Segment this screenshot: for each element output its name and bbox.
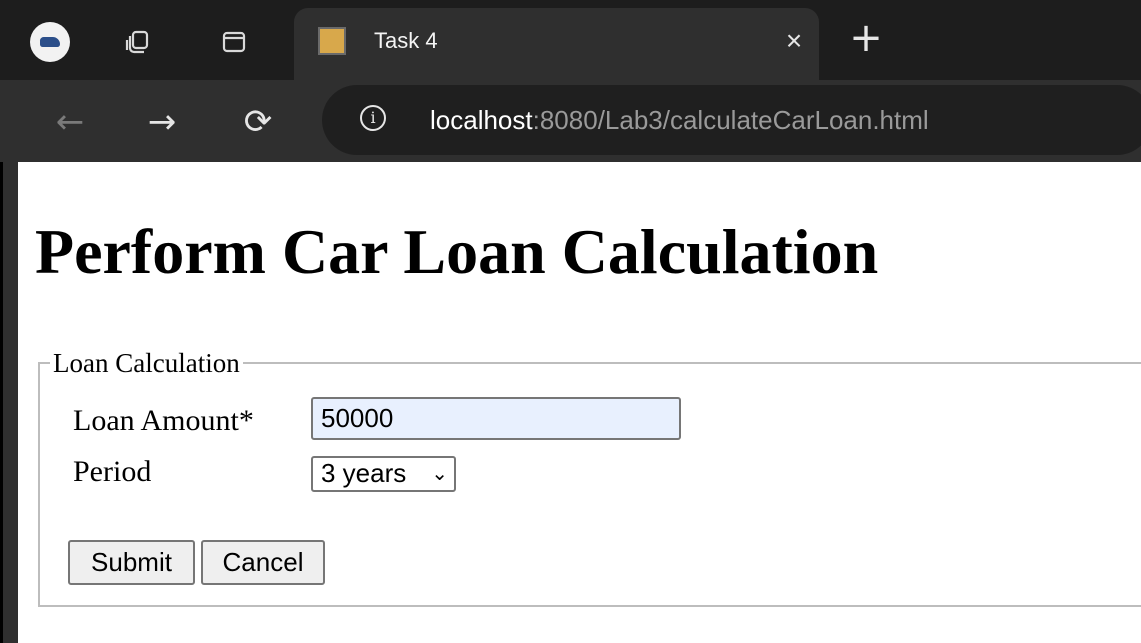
profile-image-icon bbox=[40, 37, 60, 47]
chevron-down-icon: ⌄ bbox=[431, 461, 448, 485]
address-bar[interactable]: i localhost:8080/Lab3/calculateCarLoan.h… bbox=[322, 85, 1141, 155]
tomcat-favicon-icon bbox=[318, 27, 346, 55]
reload-icon[interactable]: ⟳ bbox=[238, 102, 278, 142]
workspaces-icon[interactable] bbox=[122, 26, 154, 58]
url-host: localhost bbox=[430, 105, 533, 135]
url-path: :8080/Lab3/calculateCarLoan.html bbox=[532, 105, 929, 135]
loan-amount-label: Loan Amount* bbox=[73, 404, 254, 437]
tab-strip: Task 4 × + bbox=[0, 0, 1141, 80]
browser-window: Task 4 × + ← → ⟳ i localhost:8080/Lab3/c… bbox=[0, 0, 1141, 643]
period-select[interactable]: 3 years ⌄ bbox=[311, 456, 456, 492]
profile-avatar[interactable] bbox=[30, 22, 70, 62]
loan-amount-input[interactable]: 50000 bbox=[311, 397, 681, 440]
period-selected-value: 3 years bbox=[321, 458, 407, 488]
back-arrow-icon[interactable]: ← bbox=[50, 102, 90, 142]
page-title: Perform Car Loan Calculation bbox=[35, 216, 879, 287]
window-border bbox=[0, 162, 3, 643]
page-content: Perform Car Loan Calculation Loan Calcul… bbox=[18, 162, 1141, 643]
tab-actions-icon[interactable] bbox=[218, 26, 250, 58]
tab-close-icon[interactable]: × bbox=[779, 26, 809, 56]
info-icon[interactable]: i bbox=[360, 105, 386, 131]
forward-arrow-icon[interactable]: → bbox=[142, 102, 182, 142]
tab-title: Task 4 bbox=[374, 28, 438, 53]
active-tab[interactable]: Task 4 × bbox=[294, 8, 819, 80]
period-label: Period bbox=[73, 455, 152, 488]
new-tab-icon[interactable]: + bbox=[846, 18, 886, 60]
fieldset-legend: Loan Calculation bbox=[53, 348, 240, 378]
cancel-button[interactable]: Cancel bbox=[201, 540, 325, 585]
submit-button[interactable]: Submit bbox=[68, 540, 195, 585]
url-text[interactable]: localhost:8080/Lab3/calculateCarLoan.htm… bbox=[430, 103, 929, 137]
